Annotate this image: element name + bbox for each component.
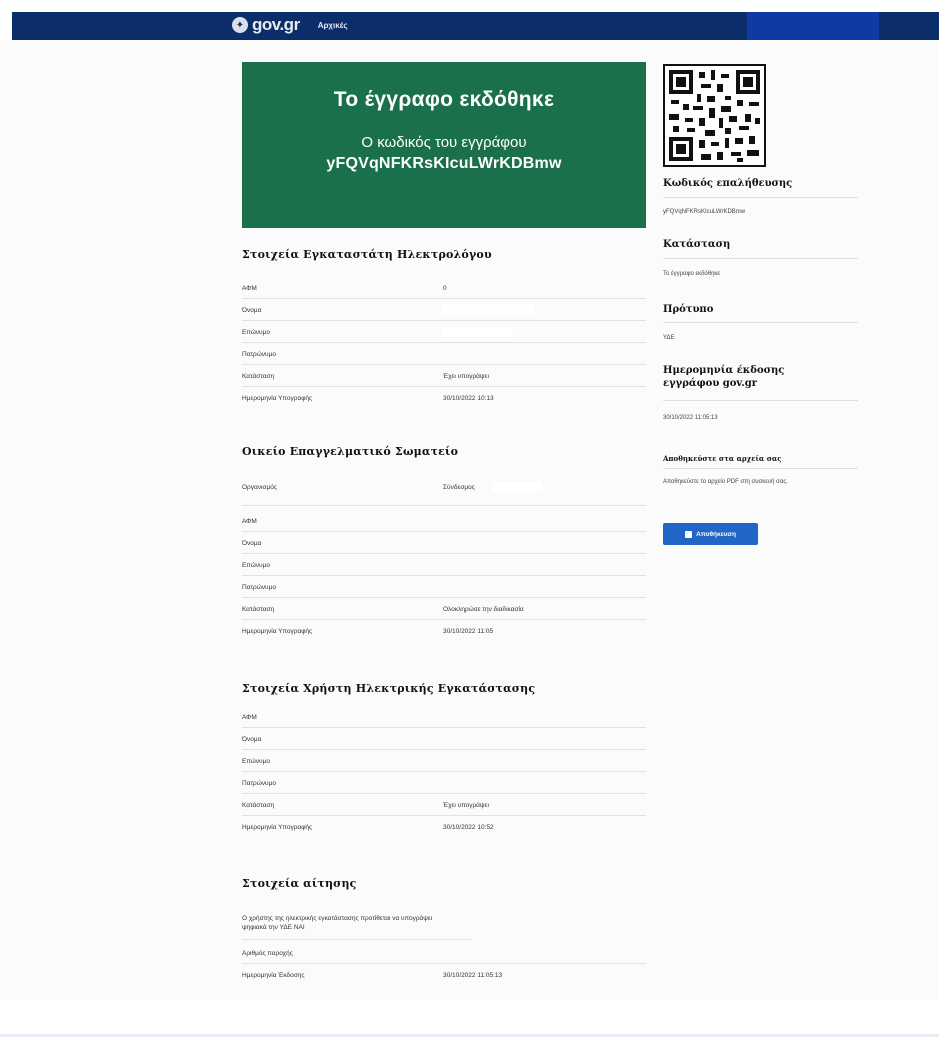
verification-code-value: yFQVqNFKRsKIcuLWrKDBmw [663, 209, 746, 215]
status-title: Κατάσταση [663, 239, 731, 250]
brand-name: gov.gr [252, 15, 300, 34]
qr-code [663, 64, 766, 167]
row-value: Σύνδεσμος [443, 484, 475, 491]
row-label: Ο χρήστης της ηλεκτρικής εγκατάστασης πρ… [242, 915, 433, 931]
emblem-icon: ✦ [232, 17, 248, 33]
row-label: Πατρώνυμο [242, 780, 276, 787]
banner-title: Το έγγραφο εκδόθηκε [333, 88, 555, 111]
row-label: Οργανισμός [242, 484, 277, 491]
row-value: 30/10/2022 10:52 [443, 824, 494, 831]
header-subtitle[interactable]: Αρχικές [318, 21, 348, 30]
row-label: Κατάσταση [242, 802, 275, 809]
row-value: 30/10/2022 10:13 [443, 395, 494, 402]
table-row: ΑΦΜ [242, 510, 646, 532]
row-value: Έχει υπογράψει [443, 373, 489, 380]
row-label: ΑΦΜ [242, 518, 257, 525]
save-icon [685, 530, 693, 538]
row-label: Όνομα [242, 540, 262, 547]
banner-subtitle: Ο κωδικός του εγγράφου [361, 134, 527, 151]
save-section-title: Αποθηκεύστε στα αρχεία σας [663, 454, 782, 463]
row-label: ΑΦΜ [242, 714, 257, 721]
document-code: yFQVqNFKRsKIcuLWrKDBmw [326, 155, 562, 172]
table-row: Αριθμός παροχής [242, 942, 646, 964]
row-value: Έχει υπογράψει [443, 802, 489, 809]
table-row: Κατάσταση Ολοκληρώσε την διαδικασία [242, 598, 646, 620]
row-label: Όνομα [242, 736, 262, 743]
row-value: Ολοκληρώσε την διαδικασία [443, 606, 524, 613]
template-value: ΥΔΕ [663, 335, 675, 341]
section-title-application: Στοιχεία αίτησης [242, 877, 357, 890]
save-button[interactable]: Αποθήκευση [663, 523, 758, 545]
table-row: Επώνυμο [242, 321, 646, 343]
save-button-label: Αποθήκευση [696, 530, 736, 538]
row-label: Ημερομηνία Υπογραφής [242, 628, 313, 635]
header-action-button[interactable] [747, 12, 879, 40]
row-label: Επώνυμο [242, 562, 270, 569]
table-row: Κατάσταση Έχει υπογράψει [242, 365, 646, 387]
row-label: Ημερομηνία Υπογραφής [242, 395, 313, 402]
table-row: Οργανισμός Σύνδεσμος [242, 476, 646, 506]
row-label: Επώνυμο [242, 758, 270, 765]
table-row: Όνομα [242, 532, 646, 554]
top-navigation-bar: ✦ gov.gr Αρχικές [12, 12, 939, 40]
issue-date-title: Ημερομηνία έκδοσης εγγράφου gov.gr [663, 365, 785, 389]
row-label: Ημερομηνία Έκδοσης [242, 972, 305, 979]
save-section-text: Αποθηκεύστε το αρχείο PDF στη συσκευή σα… [663, 479, 788, 485]
status-value: Το έγγραφο εκδόθηκε [663, 271, 721, 277]
section-title-association: Οικείο Επαγγελματικό Σωματείο [242, 445, 459, 458]
divider [663, 322, 858, 323]
row-value: 0 [443, 285, 447, 292]
table-row: Πατρώνυμο [242, 343, 646, 365]
redacted-value [492, 482, 542, 492]
verification-code-title: Κωδικός επαλήθευσης [663, 178, 793, 189]
footer-strip [0, 1034, 939, 1037]
table-row: Επώνυμο [242, 554, 646, 576]
row-label: Επώνυμο [242, 329, 270, 336]
table-row: Ημερομηνία Υπογραφής 30/10/2022 10:52 [242, 816, 646, 838]
row-label: Ημερομηνία Υπογραφής [242, 824, 313, 831]
row-label: Κατάσταση [242, 606, 275, 613]
row-label: Πατρώνυμο [242, 584, 276, 591]
divider [663, 468, 858, 469]
divider [663, 197, 858, 198]
table-row: Όνομα [242, 299, 646, 321]
row-label: Πατρώνυμο [242, 351, 276, 358]
template-title: Πρότυπο [663, 304, 714, 315]
table-row: Όνομα [242, 728, 646, 750]
divider [663, 400, 858, 401]
divider [663, 258, 858, 259]
redacted-value [442, 327, 512, 337]
row-label: Αριθμός παροχής [242, 950, 293, 957]
row-label: Όνομα [242, 307, 262, 314]
table-row: ΑΦΜ [242, 706, 646, 728]
row-value: 30/10/2022 11:05:13 [443, 972, 503, 979]
table-row: Ημερομηνία Υπογραφής 30/10/2022 10:13 [242, 387, 646, 409]
section-title-electrician: Στοιχεία Εγκαταστάτη Ηλεκτρολόγου [242, 248, 492, 261]
table-row: Ημερομηνία Υπογραφής 30/10/2022 11:05 [242, 620, 646, 642]
govgr-logo[interactable]: ✦ gov.gr Αρχικές [232, 15, 347, 35]
row-value: 30/10/2022 11:05 [443, 628, 494, 635]
row-label: ΑΦΜ [242, 285, 257, 292]
success-banner: Το έγγραφο εκδόθηκε Ο κωδικός του εγγράφ… [242, 62, 646, 228]
table-row: Ημερομηνία Έκδοσης 30/10/2022 11:05:13 [242, 964, 646, 986]
row-label: Κατάσταση [242, 373, 275, 380]
redacted-value [442, 305, 534, 315]
table-row: Επώνυμο [242, 750, 646, 772]
table-row: Ο χρήστης της ηλεκτρικής εγκατάστασης πρ… [242, 906, 472, 940]
table-row: Πατρώνυμο [242, 772, 646, 794]
table-row: ΑΦΜ 0 [242, 277, 646, 299]
issue-date-value: 30/10/2022 11:05:13 [663, 415, 718, 421]
table-row: Κατάσταση Έχει υπογράψει [242, 794, 646, 816]
table-row: Πατρώνυμο [242, 576, 646, 598]
section-title-installation-user: Στοιχεία Χρήστη Ηλεκτρικής Εγκατάστασης [242, 682, 536, 695]
